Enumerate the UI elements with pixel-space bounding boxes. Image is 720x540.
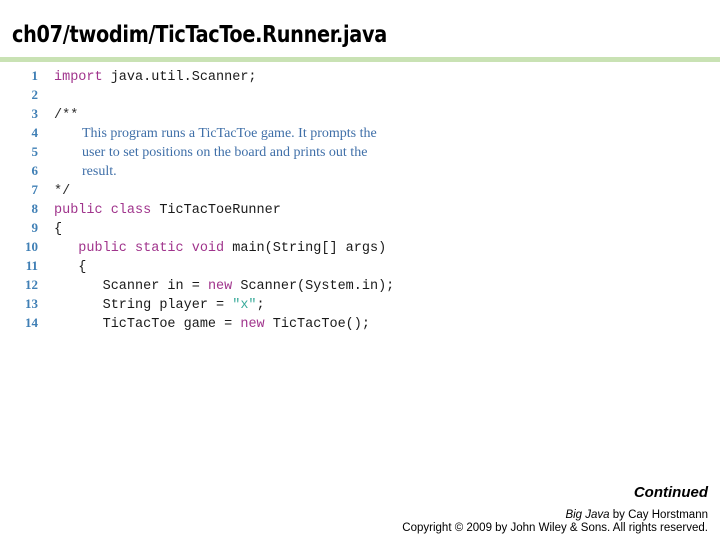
line-number: 13 xyxy=(25,296,38,311)
line-number: 9 xyxy=(31,220,39,235)
code-line: 4 This program runs a TicTacToe game. It… xyxy=(0,123,720,142)
code-segment-post: ; xyxy=(256,298,265,313)
code-line: 6 result. xyxy=(0,161,720,180)
line-number: 6 xyxy=(31,163,39,178)
line-number: 5 xyxy=(31,144,39,159)
code-keyword: public static void xyxy=(54,241,225,256)
line-number: 12 xyxy=(25,277,38,292)
line-number: 14 xyxy=(25,315,38,330)
code-rest: main(String[] args) xyxy=(224,241,387,256)
code-segment-pre: String player = xyxy=(54,298,233,313)
code-line: 8 public class TicTacToeRunner xyxy=(0,199,720,218)
comment-text: result. xyxy=(82,164,117,179)
code-line: 11 { xyxy=(0,256,720,275)
code-line-content: { xyxy=(54,222,63,237)
comment-text: user to set positions on the board and p… xyxy=(82,145,368,160)
code-line-content: TicTacToe game = new TicTacToe(); xyxy=(38,315,370,334)
code-line: 13 String player = "x"; xyxy=(0,294,720,313)
code-line: 5 user to set positions on the board and… xyxy=(0,142,720,161)
code-line: 9 { xyxy=(0,218,720,237)
code-line: 7 */ xyxy=(0,180,720,199)
code-segment-post: Scanner(System.in); xyxy=(232,279,395,294)
line-number: 1 xyxy=(31,68,39,83)
line-number: 10 xyxy=(25,239,38,254)
code-line-content: import java.util.Scanner; xyxy=(38,68,257,87)
line-number: 11 xyxy=(25,258,38,273)
code-line: 12 Scanner in = new Scanner(System.in); xyxy=(0,275,720,294)
code-keyword: import xyxy=(54,70,103,85)
line-number: 3 xyxy=(31,106,39,121)
comment-close-delimiter: */ xyxy=(54,184,71,199)
code-line-content: Scanner in = new Scanner(System.in); xyxy=(38,277,395,296)
book-byline: by Cay Horstmann xyxy=(609,509,708,521)
line-number: 2 xyxy=(31,87,39,102)
copyright-notice: Copyright © 2009 by John Wiley & Sons. A… xyxy=(402,522,708,534)
code-line-content: String player = "x"; xyxy=(38,296,265,315)
line-number: 4 xyxy=(31,125,39,140)
continued-label: Continued xyxy=(633,484,708,501)
code-line: 14 TicTacToe game = new TicTacToe(); xyxy=(0,313,720,332)
code-line-content: public static void main(String[] args) xyxy=(38,239,386,258)
string-literal: "x" xyxy=(232,298,257,313)
code-keyword: public class xyxy=(54,203,152,218)
code-keyword-new: new xyxy=(207,279,233,294)
code-listing: 1 import java.util.Scanner; 2 3 /** 4 Th… xyxy=(0,66,720,332)
comment-text: This program runs a TicTacToe game. It p… xyxy=(82,126,377,141)
code-line: 3 /** xyxy=(0,104,720,123)
code-line-content: public class TicTacToeRunner xyxy=(38,201,281,220)
title-bar: ch07/twodim/TicTacToe.Runner.java xyxy=(0,22,720,56)
page-title: ch07/twodim/TicTacToe.Runner.java xyxy=(12,22,387,48)
slide-footer: Continued Big Java by Cay Horstmann Copy… xyxy=(8,484,708,534)
code-segment-pre: Scanner in = xyxy=(54,279,208,294)
code-rest: java.util.Scanner; xyxy=(102,70,257,85)
comment-open-delimiter: /** xyxy=(54,108,79,123)
slide-root: ch07/twodim/TicTacToe.Runner.java 1 impo… xyxy=(0,0,720,540)
code-keyword-new: new xyxy=(240,317,265,332)
title-divider-rule xyxy=(0,57,720,62)
line-number: 7 xyxy=(31,182,39,197)
code-line: 2 xyxy=(0,85,720,104)
book-credit: Big Java by Cay Horstmann xyxy=(8,509,708,521)
code-rest: TicTacToeRunner xyxy=(151,203,281,218)
code-line: 10 public static void main(String[] args… xyxy=(0,237,720,256)
code-line-content: { xyxy=(54,260,87,275)
code-segment-pre: TicTacToe game = xyxy=(54,317,241,332)
line-number: 8 xyxy=(31,201,39,216)
code-line: 1 import java.util.Scanner; xyxy=(0,66,720,85)
book-title: Big Java xyxy=(565,509,610,521)
code-segment-post: TicTacToe(); xyxy=(264,317,370,332)
